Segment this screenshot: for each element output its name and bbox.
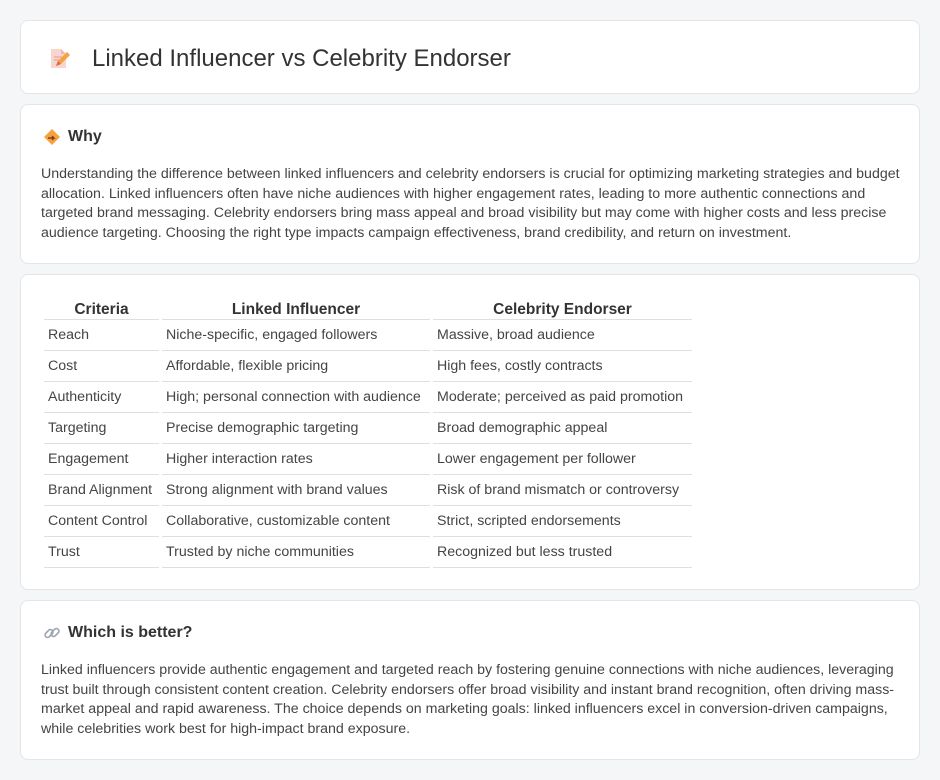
table-cell: Broad demographic appeal xyxy=(433,413,692,444)
comparison-table: Criteria Linked Influencer Celebrity End… xyxy=(41,295,695,568)
table-row: Brand Alignment Strong alignment with br… xyxy=(44,475,692,506)
document-pencil-icon xyxy=(51,49,70,68)
table-cell: Massive, broad audience xyxy=(433,320,692,351)
table-cell: Trust xyxy=(44,537,159,568)
table-row: Cost Affordable, flexible pricing High f… xyxy=(44,351,692,382)
which-is-better-paragraph: Linked influencers provide authentic eng… xyxy=(41,662,895,737)
table-cell: Moderate; perceived as paid promotion xyxy=(433,382,692,413)
table-row: Content Control Collaborative, customiza… xyxy=(44,506,692,537)
table-header-row: Criteria Linked Influencer Celebrity End… xyxy=(44,295,692,320)
table-cell: High; personal connection with audience xyxy=(162,382,430,413)
table-cell: High fees, costly contracts xyxy=(433,351,692,382)
table-cell: Lower engagement per follower xyxy=(433,444,692,475)
comparison-section: Criteria Linked Influencer Celebrity End… xyxy=(20,274,920,590)
which-is-better-heading: Which is better? xyxy=(68,624,193,641)
table-cell: Targeting xyxy=(44,413,159,444)
table-cell: Brand Alignment xyxy=(44,475,159,506)
why-heading: Why xyxy=(68,128,102,145)
table-cell: Collaborative, customizable content xyxy=(162,506,430,537)
column-header: Celebrity Endorser xyxy=(433,295,692,320)
table-cell: Reach xyxy=(44,320,159,351)
why-section: Why Understanding the difference between… xyxy=(20,104,920,264)
table-cell: Affordable, flexible pricing xyxy=(162,351,430,382)
page-title: Linked Influencer vs Celebrity Endorser xyxy=(92,45,511,72)
table-cell: Recognized but less trusted xyxy=(433,537,692,568)
table-cell: Precise demographic targeting xyxy=(162,413,430,444)
which-is-better-section: Which is better? Linked influencers prov… xyxy=(20,600,920,760)
table-cell: Higher interaction rates xyxy=(162,444,430,475)
table-row: Trust Trusted by niche communities Recog… xyxy=(44,537,692,568)
table-cell: Niche-specific, engaged followers xyxy=(162,320,430,351)
column-header: Criteria xyxy=(44,295,159,320)
table-cell: Content Control xyxy=(44,506,159,537)
table-row: Targeting Precise demographic targeting … xyxy=(44,413,692,444)
column-header: Linked Influencer xyxy=(162,295,430,320)
table-cell: Strict, scripted endorsements xyxy=(433,506,692,537)
table-row: Authenticity High; personal connection w… xyxy=(44,382,692,413)
table-cell: Authenticity xyxy=(44,382,159,413)
table-cell: Trusted by niche communities xyxy=(162,537,430,568)
why-paragraph: Understanding the difference between lin… xyxy=(41,166,900,241)
table-row: Engagement Higher interaction rates Lowe… xyxy=(44,444,692,475)
link-icon xyxy=(44,627,60,639)
diamond-sign-icon xyxy=(44,129,60,145)
table-cell: Strong alignment with brand values xyxy=(162,475,430,506)
table-row: Reach Niche-specific, engaged followers … xyxy=(44,320,692,351)
table-cell: Cost xyxy=(44,351,159,382)
table-cell: Risk of brand mismatch or controversy xyxy=(433,475,692,506)
table-cell: Engagement xyxy=(44,444,159,475)
title-card: Linked Influencer vs Celebrity Endorser xyxy=(20,20,920,94)
